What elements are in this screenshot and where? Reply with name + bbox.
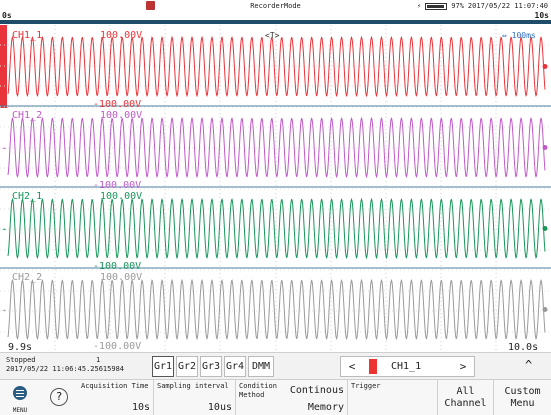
next-channel-button[interactable]: > [452,357,474,376]
battery-icon [425,2,448,10]
chevron-up-icon[interactable]: ^ [525,358,532,372]
ch2-2-upper: 100.00V [100,272,143,283]
zero-marker-icon: ⌁ [2,64,6,72]
ch2-2-name[interactable]: CH2_2 [12,273,42,283]
zero-marker-icon: ⌁ [2,226,6,234]
acq-timestamp: 2017/05/22 11:06:45.25615984 [6,365,125,373]
help-icon: ? [50,388,68,406]
ch2-1-name[interactable]: CH2_1 [12,192,42,202]
ch2-1-upper: 100.00V [100,191,143,202]
channel-end-dot [542,145,548,150]
channel-end-dot [542,307,548,312]
ch1-1-upper: 100.00V [100,30,143,41]
ch2-1-lower: -100.00V [93,261,142,272]
ch1-1-lower: -100.00V [93,99,142,110]
waveform-plot[interactable]: ⌁ ⌁ ⌁ ⌁ CH1_1 100.00V <T> ⇔ 100ms -100.00V … [0,25,551,353]
time-axis-bar: 0s 10s [0,12,551,25]
channel-color-marker [369,359,377,374]
waveform-canvas: ⌁ ⌁ ⌁ ⌁ [0,25,551,352]
custom-menu-button[interactable]: Custom Menu [494,380,551,415]
all-channel-button[interactable]: All Channel [438,380,494,415]
prev-channel-button[interactable]: < [341,357,363,376]
info-row: Stopped 2017/05/22 11:06:45.25615984 1 G… [0,352,551,379]
ch1-1-name[interactable]: CH1_1 [12,31,42,41]
softkey-bar: MENU ? Acquisition Time 10s Sampling int… [0,379,551,415]
zero-marker-icon: ⌁ [2,145,6,153]
zero-marker-icon: ⌁ [2,307,6,315]
status-bar: RecorderMode ⚡ 97% 2017/05/22 11:07:40 [0,0,551,12]
sampling-interval-key[interactable]: Sampling interval 10us [154,380,236,415]
menu-button[interactable]: MENU [0,380,40,415]
ch2-2-lower: -100.00V [93,341,142,352]
acq-count: 1 [96,356,101,364]
channel-end-dot [542,226,548,231]
time-per-div[interactable]: ⇔ 100ms [502,31,536,41]
group-tab-gr1[interactable]: Gr1 [152,356,174,377]
selected-channel[interactable]: CH1_1 [391,357,421,376]
acquisition-time-key[interactable]: Acquisition Time 10s [78,380,154,415]
menu-icon [13,386,27,400]
acq-state: Stopped [6,356,36,364]
ch1-2-lower: -100.00V [93,180,142,191]
condition-key[interactable]: Condition Method Continous Memory [236,380,348,415]
trigger-marker: <T> [265,31,280,40]
channel-selector: < CH1_1 > [340,356,475,377]
time-track[interactable] [0,20,551,24]
battery-percent: 97% [451,2,464,10]
group-tab-dmm[interactable]: DMM [248,356,274,377]
time-end: 10s [534,11,549,20]
channel-end-dot [542,64,548,69]
plug-charging-icon: ⚡ [417,2,422,10]
ch1-2-upper: 100.00V [100,110,143,121]
time-start: 0s [2,11,12,20]
trigger-key[interactable]: Trigger [348,380,438,415]
help-button[interactable]: ? [40,380,78,415]
group-tab-gr2[interactable]: Gr2 [176,356,198,377]
ch1-2-name[interactable]: CH1_2 [12,111,42,121]
group-tab-gr3[interactable]: Gr3 [200,356,222,377]
group-tab-gr4[interactable]: Gr4 [224,356,246,377]
